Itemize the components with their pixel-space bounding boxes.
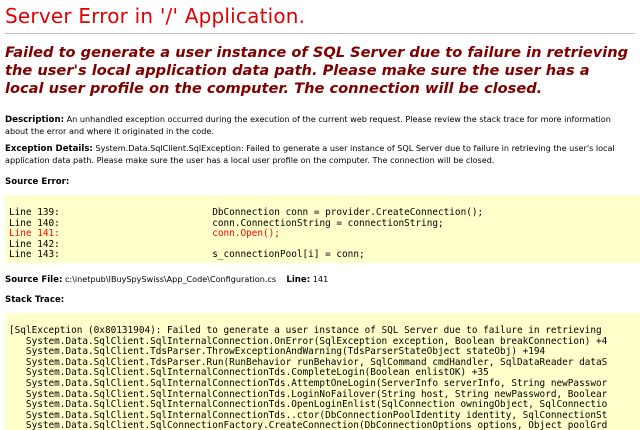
source-code-line: Line 141: conn.Open(); <box>9 228 280 239</box>
description-paragraph: Description: An unhandled exception occu… <box>5 114 635 137</box>
stack-trace-line: System.Data.SqlClient.SqlInternalConnect… <box>9 388 608 400</box>
title-divider <box>5 33 635 34</box>
stack-trace-line: System.Data.SqlClient.TdsParser.ThrowExc… <box>9 346 546 358</box>
source-line-prefix: Line 139: <box>9 207 60 218</box>
stack-trace-line: System.Data.SqlClient.SqlInternalConnect… <box>9 335 608 347</box>
exception-details-text: System.Data.SqlClient.SqlException: Fail… <box>5 143 615 165</box>
stack-trace-code: [SqlException (0x80131904): Failed to ge… <box>5 313 640 430</box>
page-title: Server Error in '/' Application. <box>5 4 306 28</box>
stack-trace-line: System.Data.SqlClient.TdsParser.Run(RunB… <box>9 356 608 368</box>
source-code-line: Line 142: <box>9 239 212 250</box>
stack-trace-line: System.Data.SqlClient.SqlInternalConnect… <box>9 399 608 411</box>
stack-trace-line: System.Data.SqlClient.SqlConnectionFacto… <box>9 420 608 430</box>
source-file-path: c:\inetpub\IBuySpySwiss\App_Code\Configu… <box>64 274 277 284</box>
stack-trace-label: Stack Trace: <box>5 295 65 305</box>
error-message: Failed to generate a user instance of SQ… <box>5 44 629 97</box>
source-code-line: Line 143: s_connectionPool[i] = conn; <box>9 249 365 261</box>
source-line-code: DbConnection conn = provider.CreateConne… <box>212 207 484 218</box>
source-error-label: Source Error: <box>5 177 70 187</box>
source-line-prefix: Line 140: <box>9 217 60 229</box>
source-line-prefix: Line 142: <box>9 238 60 250</box>
source-file-paragraph: Source File: c:\inetpub\IBuySpySwiss\App… <box>5 274 635 286</box>
source-line-prefix: Line 141: <box>9 228 60 240</box>
exception-details-label: Exception Details: <box>5 144 93 154</box>
source-file-label: Source File: <box>5 275 63 285</box>
source-line-code: s_connectionPool[i] = conn; <box>212 249 365 261</box>
stack-trace-box[interactable]: [SqlException (0x80131904): Failed to ge… <box>5 313 640 430</box>
stack-trace-line: System.Data.SqlClient.SqlInternalConnect… <box>9 377 608 389</box>
stack-trace-line: System.Data.SqlClient.SqlInternalConnect… <box>9 409 608 421</box>
exception-details-paragraph: Exception Details: System.Data.SqlClient… <box>5 143 635 166</box>
source-line-prefix: Line 143: <box>9 249 60 261</box>
stack-trace-line: System.Data.SqlClient.SqlInternalConnect… <box>9 367 489 379</box>
description-label: Description: <box>5 115 65 125</box>
source-line-number: 141 <box>312 274 329 284</box>
source-line-label: Line: <box>286 275 311 285</box>
source-error-code: Line 139: DbConnection conn = provider.C… <box>5 195 640 261</box>
source-line-code: conn.ConnectionString = connectionString… <box>212 217 444 229</box>
source-error-box: Line 139: DbConnection conn = provider.C… <box>5 195 640 263</box>
source-code-line: Line 139: DbConnection conn = provider.C… <box>9 207 483 218</box>
stack-trace-line: [SqlException (0x80131904): Failed to ge… <box>9 325 602 336</box>
source-line-code: conn.Open(); <box>212 228 280 240</box>
source-code-line: Line 140: conn.ConnectionString = connec… <box>9 218 444 229</box>
description-text: An unhandled exception occurred during t… <box>5 114 611 136</box>
